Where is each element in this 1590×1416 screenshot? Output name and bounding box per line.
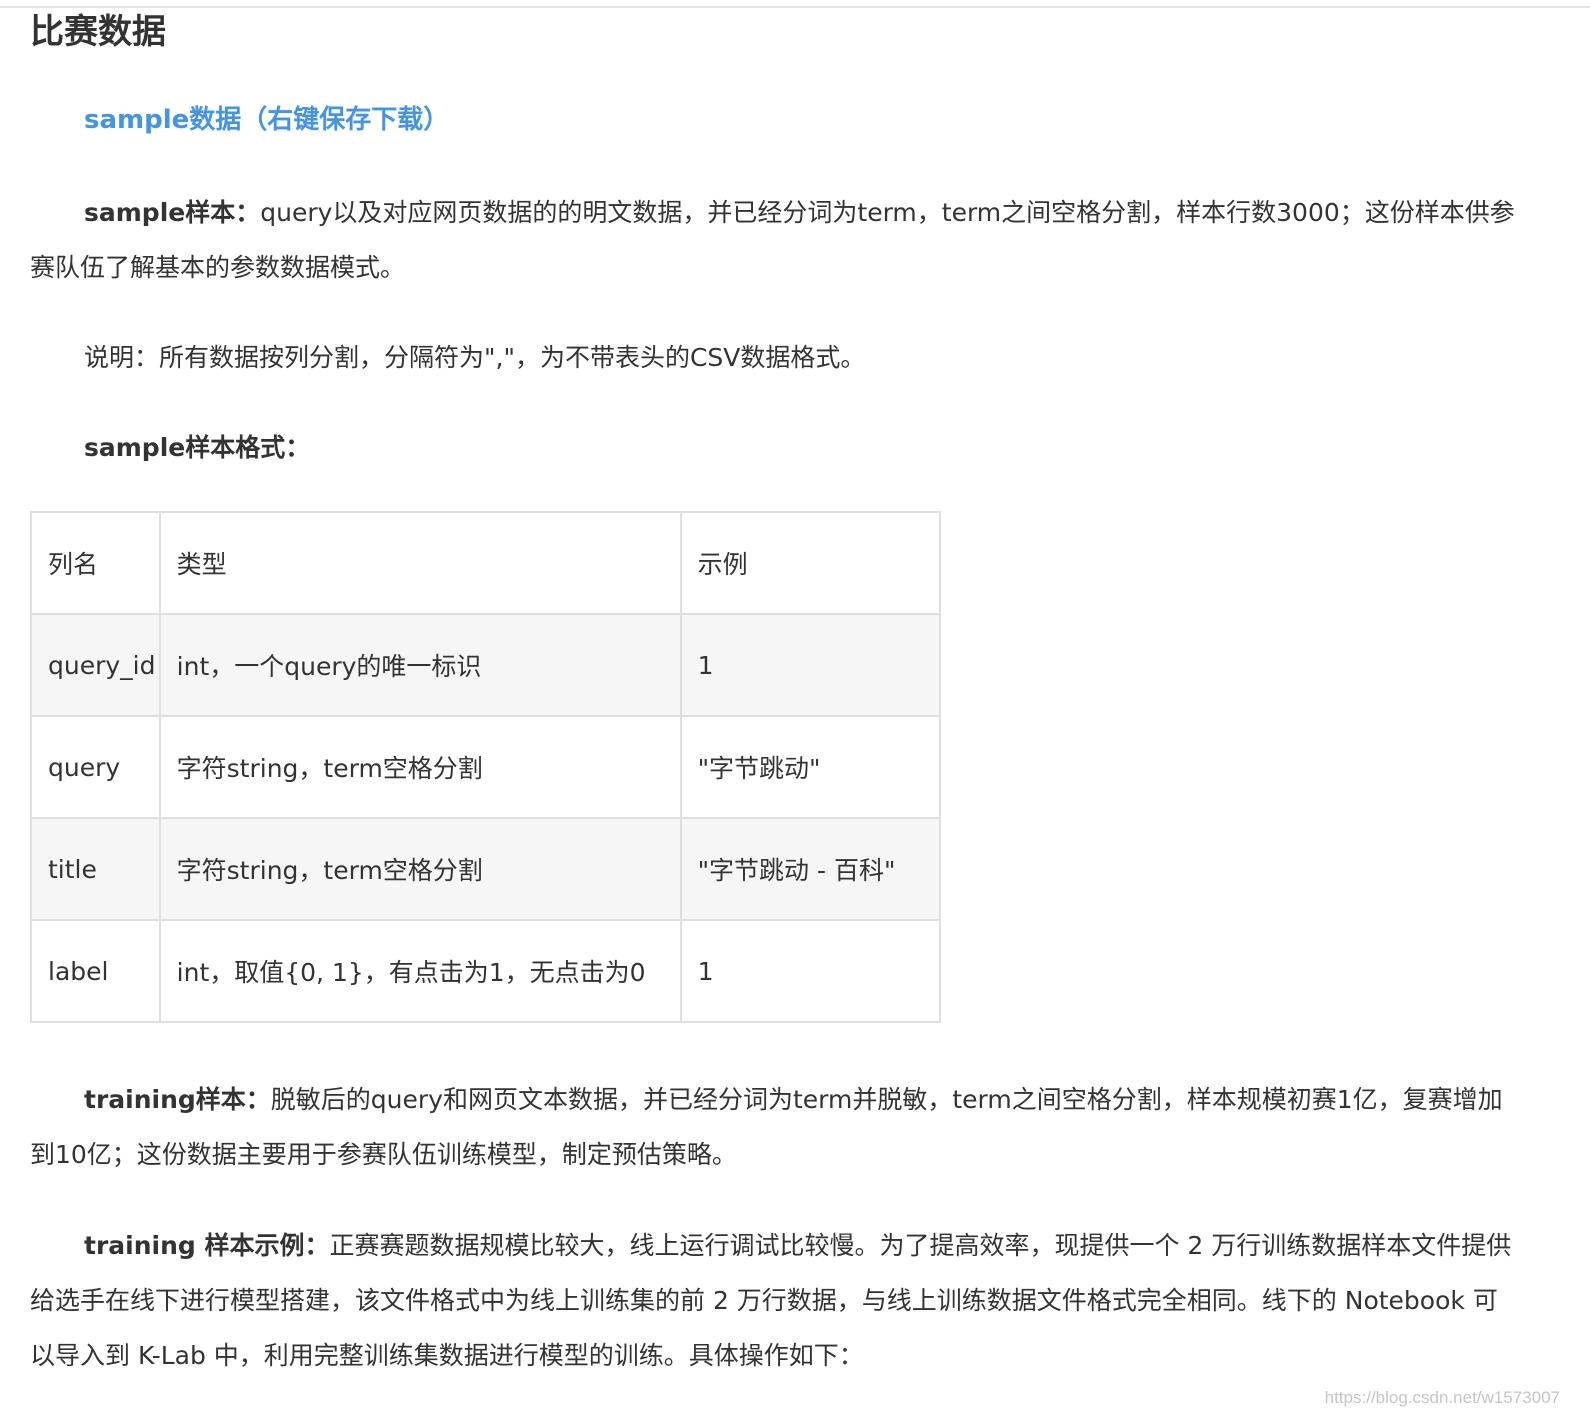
- cell-type: int，取值{0, 1}，有点击为1，无点击为0: [158, 919, 682, 1023]
- cell-type: 字符string，term空格分割: [158, 715, 682, 819]
- watermark: https://blog.csdn.net/w1573007: [1324, 1388, 1560, 1407]
- cell-example: 1: [679, 919, 942, 1023]
- header-type: 类型: [158, 511, 682, 615]
- header-column-name: 列名: [30, 511, 161, 615]
- training-description: training样本：脱敏后的query和网页文本数据，并已经分词为term并脱…: [30, 1072, 1520, 1182]
- cell-column-name: title: [30, 817, 161, 921]
- cell-example: 1: [679, 613, 942, 717]
- cell-column-name: query_id: [30, 613, 161, 717]
- format-heading: sample样本格式：: [30, 420, 1520, 475]
- training-example-label: training 样本示例：: [84, 1231, 330, 1260]
- cell-example: "字节跳动 - 百科": [679, 817, 942, 921]
- table-row: label int，取值{0, 1}，有点击为1，无点击为0 1: [30, 919, 942, 1023]
- cell-column-name: label: [30, 919, 161, 1023]
- format-heading-label: sample样本格式：: [84, 433, 311, 462]
- top-divider: [0, 6, 1590, 8]
- sample-description: sample样本：query以及对应网页数据的的明文数据，并已经分词为term，…: [30, 185, 1520, 295]
- training-example-description: training 样本示例：正赛赛题数据规模比较大，线上运行调试比较慢。为了提高…: [30, 1218, 1520, 1383]
- header-example: 示例: [679, 511, 942, 615]
- cell-example: "字节跳动": [679, 715, 942, 819]
- training-label: training样本：: [84, 1085, 271, 1114]
- sample-label: sample样本：: [84, 198, 261, 227]
- sample-download-link[interactable]: sample数据（右键保存下载）: [84, 100, 449, 140]
- table-row: query_id int，一个query的唯一标识 1: [30, 613, 942, 717]
- page-title: 比赛数据: [30, 12, 166, 52]
- table-header-row: 列名 类型 示例: [30, 511, 942, 615]
- sample-format-table: 列名 类型 示例 query_id int，一个query的唯一标识 1 que…: [30, 511, 942, 1023]
- table-row: query 字符string，term空格分割 "字节跳动": [30, 715, 942, 819]
- format-note: 说明：所有数据按列分割，分隔符为","，为不带表头的CSV数据格式。: [84, 343, 866, 372]
- cell-type: 字符string，term空格分割: [158, 817, 682, 921]
- table-row: title 字符string，term空格分割 "字节跳动 - 百科": [30, 817, 942, 921]
- cell-column-name: query: [30, 715, 161, 819]
- cell-type: int，一个query的唯一标识: [158, 613, 682, 717]
